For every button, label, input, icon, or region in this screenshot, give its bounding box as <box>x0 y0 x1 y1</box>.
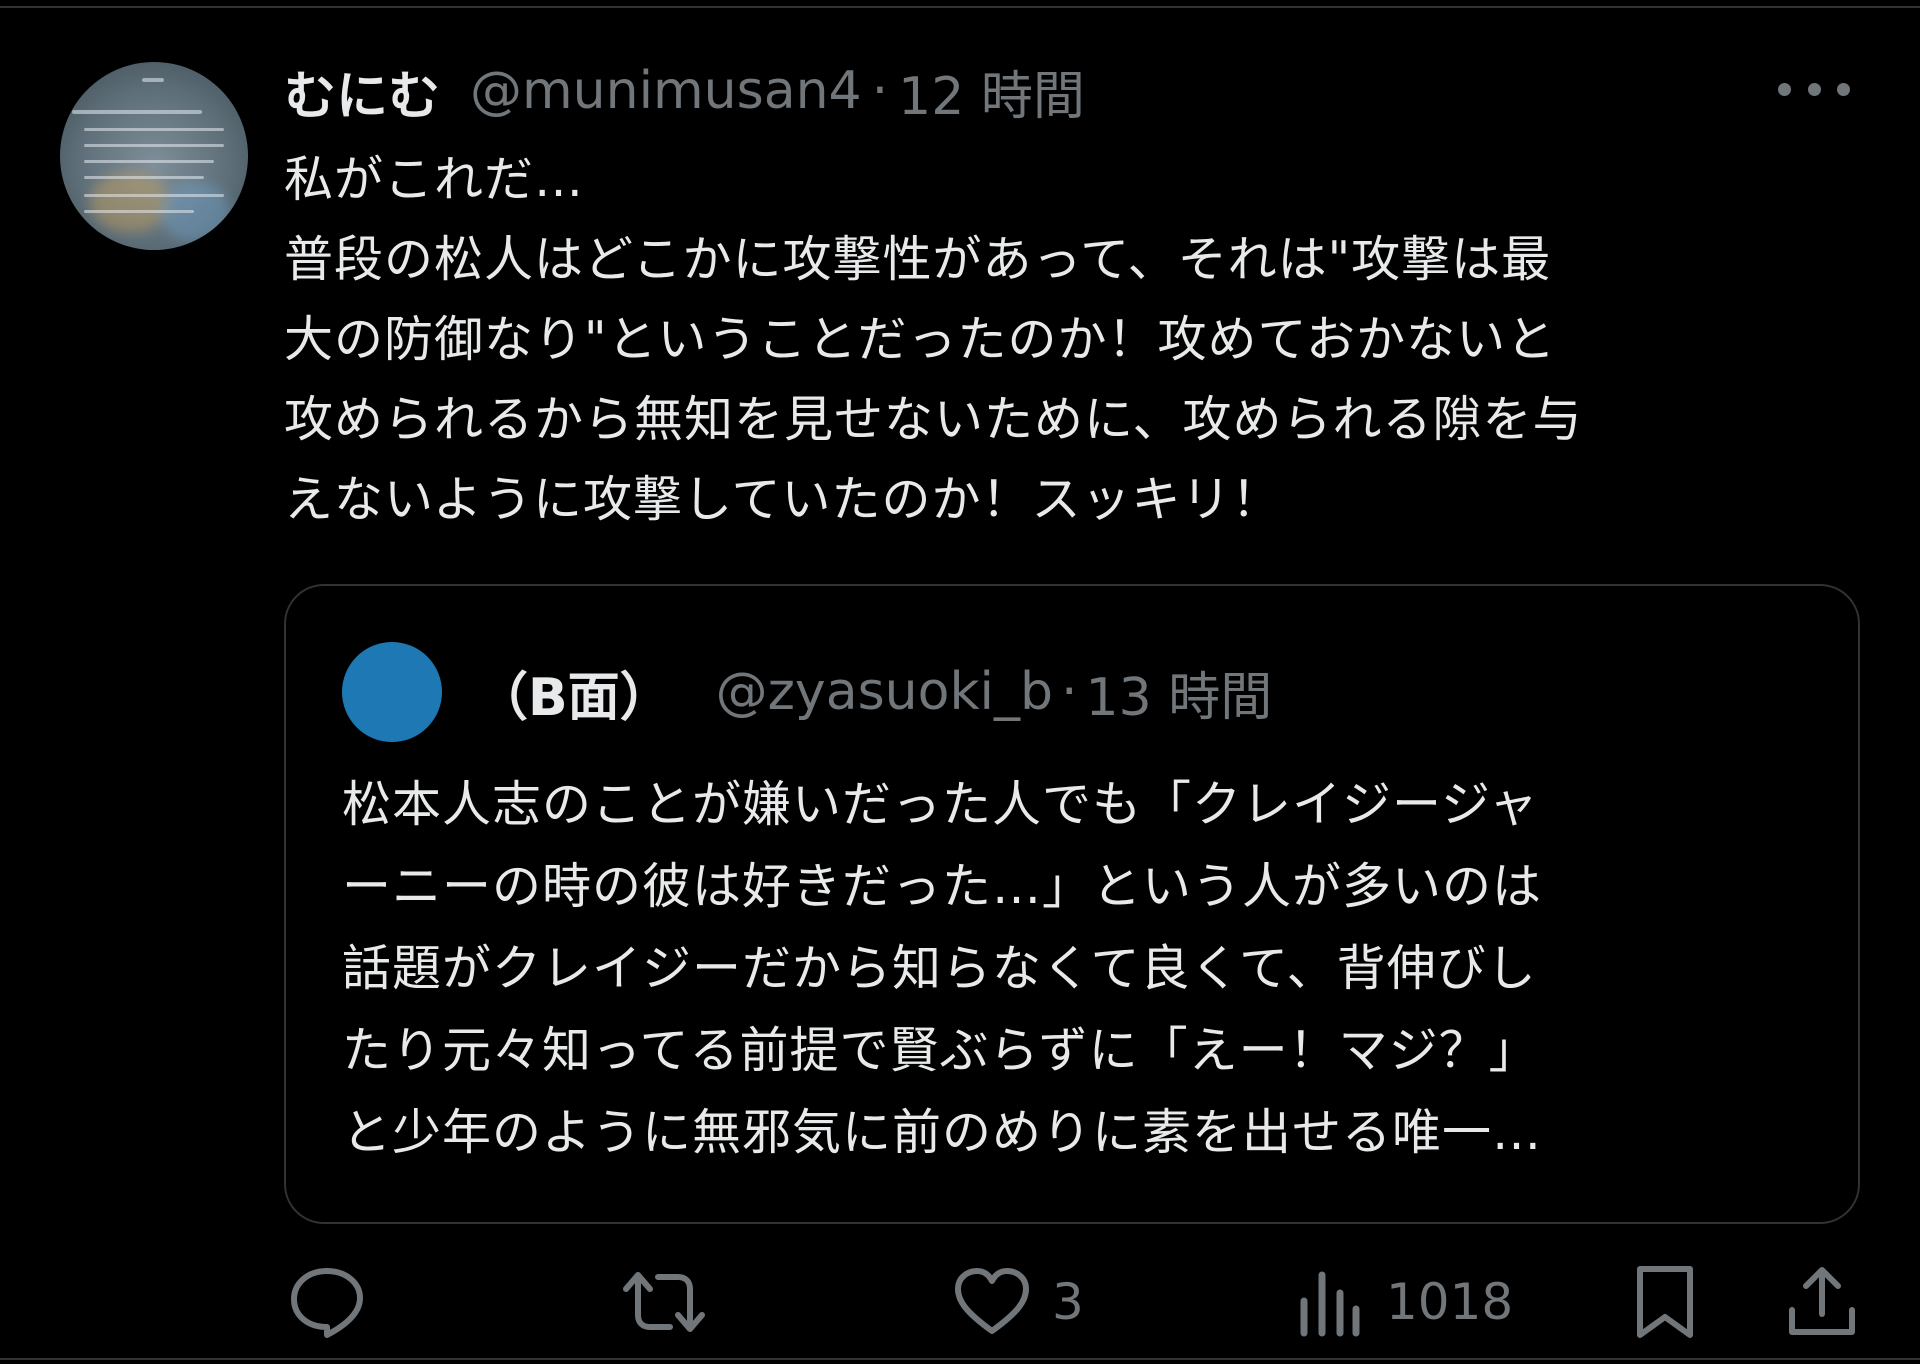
views-button[interactable]: 1018 <box>1294 1262 1513 1342</box>
tweet-text-line: えないように攻撃していたのか！スッキリ！ <box>284 471 1282 528</box>
quoted-text-line: と少年のように無邪気に前のめりに素を出せる唯一… <box>342 1104 1543 1161</box>
more-dot <box>1807 82 1821 96</box>
avatar-image-detail <box>84 128 224 131</box>
share-button[interactable] <box>1784 1262 1860 1342</box>
more-dot <box>1778 82 1791 96</box>
avatar-image-detail <box>84 160 214 163</box>
avatar-image-detail <box>90 172 170 232</box>
timestamp[interactable]: 12 時間 <box>898 54 1085 129</box>
bottom-divider <box>0 1358 1920 1360</box>
retweet-button[interactable] <box>618 1262 710 1342</box>
avatar-image-detail <box>84 176 204 179</box>
bookmark-button[interactable] <box>1630 1262 1700 1342</box>
quoted-tweet-text: 松本人志のことが嫌いだった人でも「クレイジージャ ーニーの時の彼は好きだった…」… <box>342 764 1802 1174</box>
tweet-text-line: 大の防御なり"ということだったのか！攻めておかないと <box>284 311 1557 368</box>
quoted-text-line: 松本人志のことが嫌いだった人でも「クレイジージャ <box>342 776 1539 833</box>
tweet-header: むにむ @munimusan4 · 12 時間 <box>284 54 1085 129</box>
quoted-user-handle: @zyasuoki_b <box>715 662 1054 722</box>
views-count: 1018 <box>1386 1273 1514 1331</box>
quoted-timestamp: 13 時間 <box>1085 667 1273 728</box>
avatar-image-detail <box>72 110 202 114</box>
tweet-text-line: 普段の松人はどこかに攻撃性があって、それは"攻撃は最 <box>284 231 1552 288</box>
avatar-image-detail <box>84 144 224 147</box>
quoted-text-line: 話題がクレイジーだから知らなくて良くて、背伸びし <box>342 940 1537 997</box>
avatar-image-detail <box>84 194 224 197</box>
action-bar: 3 1018 <box>284 1262 1864 1342</box>
quoted-display-name: （B面） <box>476 667 672 728</box>
quoted-avatar <box>342 642 442 742</box>
views-icon <box>1300 1271 1360 1337</box>
tweet-text: 私がこれだ… 普段の松人はどこかに攻撃性があって、それは"攻撃は最 大の防御なり… <box>284 140 1844 540</box>
tweet-text-line: 攻められるから無知を見せないために、攻められる隙を与 <box>284 391 1583 448</box>
like-count: 3 <box>1052 1273 1084 1331</box>
quoted-tweet-card[interactable]: （B面） @zyasuoki_b · 13 時間 松本人志のことが嫌いだった人で… <box>284 584 1860 1224</box>
avatar[interactable] <box>60 62 248 250</box>
retweet-icon <box>623 1272 705 1332</box>
separator-dot: · <box>871 61 889 121</box>
avatar-image-detail <box>142 78 164 82</box>
quoted-tweet-header: （B面） @zyasuoki_b · 13 時間 <box>476 656 1272 728</box>
avatar-image-detail <box>84 210 194 213</box>
tweet[interactable]: むにむ @munimusan4 · 12 時間 私がこれだ… 普段の松人はどこか… <box>0 0 1920 1364</box>
separator-dot: · <box>1061 662 1078 722</box>
user-handle[interactable]: @munimusan4 <box>470 61 862 121</box>
like-button[interactable]: 3 <box>952 1262 1084 1342</box>
more-dot <box>1837 82 1850 96</box>
share-icon <box>1789 1267 1855 1335</box>
heart-icon <box>955 1268 1029 1334</box>
display-name[interactable]: むにむ <box>284 54 440 129</box>
reply-icon <box>291 1268 363 1338</box>
more-options-icon[interactable] <box>1778 80 1850 98</box>
quoted-text-line: たり元々知ってる前提で賢ぶらずに「えー！マジ？」 <box>342 1022 1539 1079</box>
tweet-text-line: 私がこれだ… <box>284 151 585 208</box>
quoted-text-line: ーニーの時の彼は好きだった…」という人が多いのは <box>342 858 1543 915</box>
bookmark-icon <box>1637 1266 1693 1338</box>
reply-button[interactable] <box>288 1262 366 1342</box>
